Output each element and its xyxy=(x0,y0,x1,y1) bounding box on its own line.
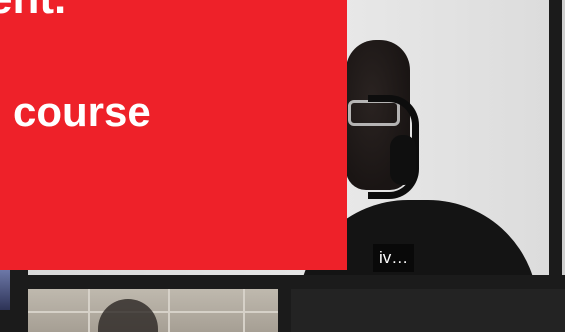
slide-text: course xyxy=(13,88,151,135)
video-tile-3[interactable] xyxy=(291,289,565,332)
headphones-icon xyxy=(390,135,416,185)
shared-slide: ent. course xyxy=(0,0,347,270)
participant-name-tag: iv… xyxy=(373,244,415,272)
slide-heading: ent. xyxy=(0,0,66,24)
participant-silhouette xyxy=(98,299,158,332)
video-tile-2[interactable] xyxy=(28,289,278,332)
participant-thumbnail[interactable] xyxy=(0,270,10,310)
